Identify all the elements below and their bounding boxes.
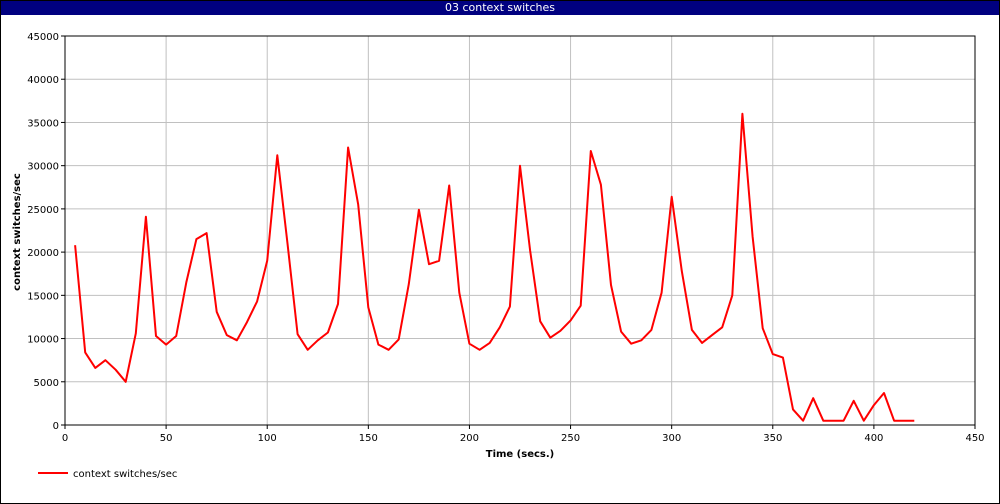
x-tick-label: 100 (258, 433, 277, 444)
y-axis-label: context switches/sec (12, 173, 23, 291)
x-tick-label: 0 (62, 433, 68, 444)
y-tick-label: 30000 (27, 162, 59, 173)
y-tick-label: 0 (53, 421, 59, 432)
x-tick-label: 400 (864, 433, 883, 444)
x-tick-label: 50 (160, 433, 173, 444)
y-tick-label: 35000 (27, 118, 59, 129)
y-tick-label: 45000 (27, 32, 59, 43)
x-tick-label: 300 (662, 433, 681, 444)
y-tick-label: 40000 (27, 75, 59, 86)
y-tick-label: 10000 (27, 335, 59, 346)
y-tick-label: 25000 (27, 205, 59, 216)
y-tick-label: 15000 (27, 291, 59, 302)
y-tick-label: 20000 (27, 248, 59, 259)
chart-window: 03 context switches 0 50 100 150 200 250 300 35… (0, 0, 1000, 504)
x-tick-label: 200 (460, 433, 479, 444)
x-tick-label: 350 (763, 433, 782, 444)
x-tick-label: 450 (965, 433, 984, 444)
x-axis-label: Time (secs.) (486, 449, 555, 460)
x-tick-label: 250 (561, 433, 580, 444)
plot-area (65, 36, 975, 425)
y-tick-label: 5000 (34, 378, 59, 389)
line-chart: 0 50 100 150 200 250 300 350 400 450 0 5000 10000 150… (12, 32, 985, 480)
legend-label: context switches/sec (73, 469, 177, 480)
x-tick-label: 150 (359, 433, 378, 444)
